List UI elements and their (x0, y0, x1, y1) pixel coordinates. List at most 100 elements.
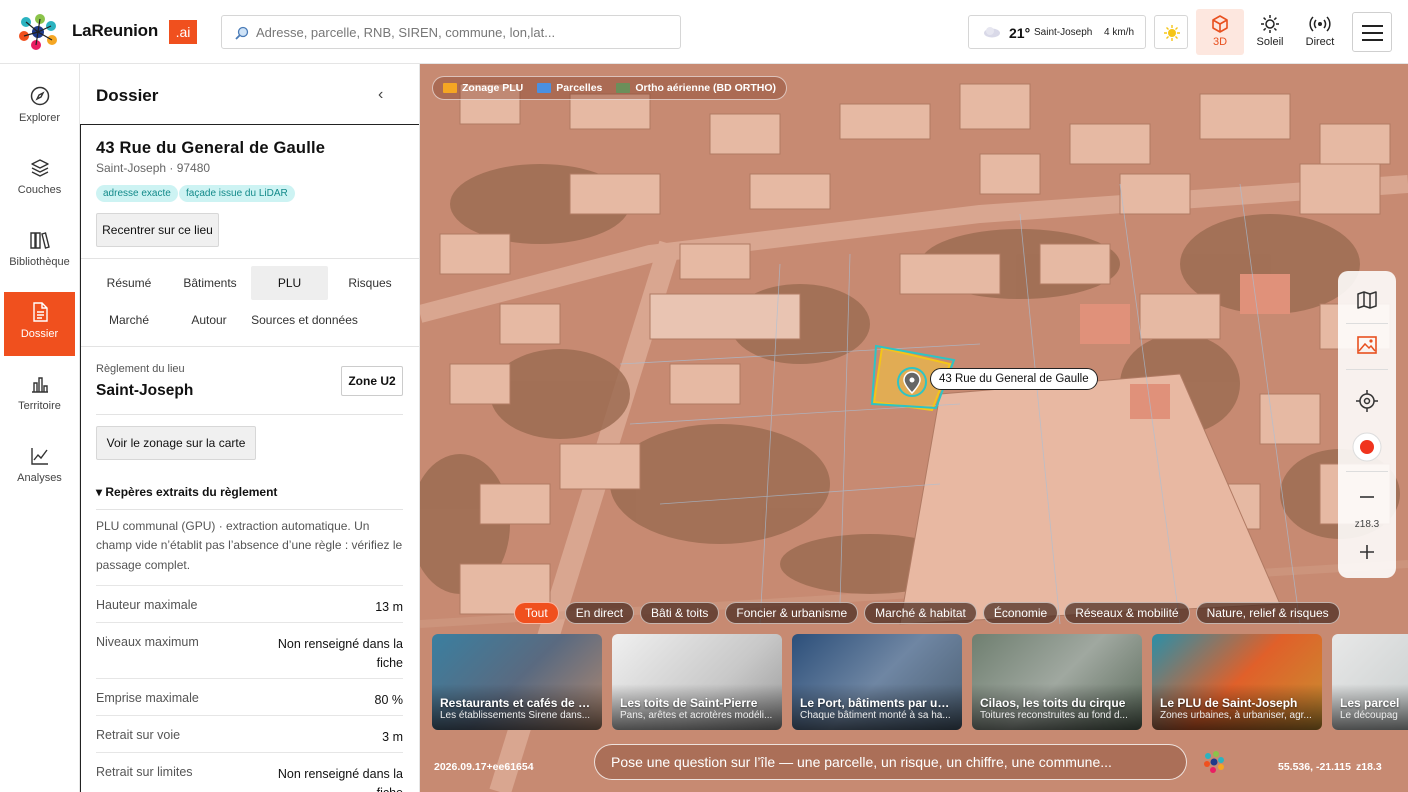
nav-couches[interactable]: Couches (4, 148, 75, 212)
tab-resume[interactable]: Résumé (96, 266, 162, 300)
legend-item[interactable]: Parcelles (537, 82, 602, 94)
ask-input[interactable]: Pose une question sur l’île — une parcel… (594, 744, 1187, 780)
nav-label: Analyses (17, 472, 62, 484)
weather-widget[interactable]: 21° Saint-Joseph 4 km/h (968, 15, 1146, 49)
card-desc: Zones urbaines, à urbaniser, agr... (1160, 710, 1312, 721)
nav-label: Territoire (18, 400, 61, 412)
record-icon[interactable] (1351, 431, 1383, 463)
filter-pill[interactable]: Bâti & toits (640, 602, 720, 624)
assistant-logo-icon[interactable] (1202, 750, 1226, 774)
3d-mode-button[interactable]: 3D (1196, 9, 1244, 55)
legend-swatch (616, 83, 631, 93)
search-box[interactable] (221, 15, 681, 49)
panel-title: Dossier (96, 86, 159, 105)
story-card[interactable]: Cilaos, les toits du cirque Toitures rec… (972, 634, 1142, 730)
zoom-level: z18.3 (1354, 519, 1380, 530)
hamburger-line (1362, 32, 1383, 34)
legend-label: Ortho aérienne (BD ORTHO) (635, 82, 776, 94)
nav-explorer[interactable]: Explorer (4, 76, 75, 140)
locate-icon[interactable] (1355, 389, 1379, 413)
zoom-in-icon[interactable] (1355, 540, 1379, 564)
commune-name: Saint-Joseph (96, 382, 194, 399)
card-title: Les toits de Saint-Pierre (620, 696, 758, 710)
rule-label: Retrait sur voie (96, 728, 181, 742)
search-icon (235, 26, 249, 40)
zone-badge[interactable]: Zone U2 (341, 366, 403, 396)
logo-icon[interactable] (16, 12, 60, 52)
left-nav: Explorer Couches Bibliothèque Dossier Te… (0, 64, 80, 792)
legend-item[interactable]: Ortho aérienne (BD ORTHO) (616, 82, 776, 94)
line-chart-icon (30, 448, 48, 465)
legend-item[interactable]: Zonage PLU (443, 82, 523, 94)
map-view[interactable]: Zonage PLU Parcelles Ortho aérienne (BD … (420, 64, 1408, 792)
nav-label: Bibliothèque (9, 256, 70, 268)
rule-row: Niveaux maximum Non renseigné dans la fi… (96, 622, 403, 678)
legend-swatch (537, 83, 552, 93)
zoom-out-icon[interactable] (1355, 485, 1379, 509)
rule-row: Retrait sur limites Non renseigné dans l… (96, 752, 403, 792)
live-label: Direct (1305, 36, 1335, 48)
live-button[interactable]: Direct (1296, 9, 1344, 55)
divider (1346, 323, 1388, 324)
story-card[interactable]: Le Port, bâtiments par usa... Chaque bât… (792, 634, 962, 730)
books-icon (29, 232, 50, 249)
sun-label: Soleil (1256, 36, 1284, 48)
sun-small-icon (1164, 25, 1180, 41)
sun-button[interactable]: Soleil (1246, 9, 1294, 55)
menu-button[interactable] (1352, 12, 1392, 52)
locality: Saint-Joseph · 97480 (96, 161, 211, 175)
story-card[interactable]: Les parcel Le découpag (1332, 634, 1408, 730)
tab-sources[interactable]: Sources et données (251, 303, 358, 337)
collapse-icon[interactable]: ‹ (378, 86, 383, 104)
story-card[interactable]: Restaurants et cafés de Sa... Les établi… (432, 634, 602, 730)
recenter-button[interactable]: Recentrer sur ce lieu (96, 213, 219, 247)
reglement-label: Règlement du lieu (96, 363, 185, 375)
image-layer-icon[interactable] (1355, 333, 1379, 357)
filter-pill[interactable]: Marché & habitat (864, 602, 977, 624)
filter-pill[interactable]: Tout (514, 602, 559, 624)
rule-row: Emprise maximale 80 % (96, 678, 403, 715)
brand-name[interactable]: LaReunion (72, 21, 158, 41)
dossier-panel: Dossier ‹ 43 Rue du General de Gaulle Sa… (80, 64, 420, 792)
filter-pill[interactable]: Réseaux & mobilité (1064, 602, 1190, 624)
nav-analyses[interactable]: Analyses (4, 436, 75, 500)
map-icon[interactable] (1355, 288, 1379, 312)
category-filters: Tout En direct Bâti & toits Foncier & ur… (514, 602, 1340, 624)
filter-pill[interactable]: Économie (982, 602, 1059, 624)
tab-autour[interactable]: Autour (176, 303, 242, 337)
dossier-card: 43 Rue du General de Gaulle Saint-Joseph… (80, 124, 419, 792)
wind-speed: 4 km/h (1104, 27, 1135, 38)
story-card[interactable]: Le PLU de Saint-Joseph Zones urbaines, à… (1152, 634, 1322, 730)
tab-marche[interactable]: Marché (96, 303, 162, 337)
nav-territoire[interactable]: Territoire (4, 364, 75, 428)
show-zoning-button[interactable]: Voir le zonage sur la carte (96, 426, 256, 460)
rule-label: Emprise maximale (96, 691, 199, 705)
reperes-expander[interactable]: ▾ Repères extraits du règlement (96, 485, 277, 499)
search-input[interactable] (256, 16, 676, 48)
compass-icon (30, 86, 49, 106)
sun-toggle-button[interactable] (1154, 15, 1188, 49)
rule-value: 3 m (382, 730, 403, 744)
top-bar: LaReunion .ai 21° Saint-Joseph 4 km/h 3D (0, 0, 1408, 64)
nav-label: Couches (17, 184, 62, 196)
nav-dossier[interactable]: Dossier (4, 292, 75, 356)
map-pin-label[interactable]: 43 Rue du General de Gaulle (930, 368, 1098, 390)
rule-row: Retrait sur voie 3 m (96, 715, 403, 752)
plu-note: PLU communal (GPU) · extraction automati… (96, 519, 403, 572)
filter-pill[interactable]: En direct (564, 602, 635, 624)
nav-bibliotheque[interactable]: Bibliothèque (4, 220, 75, 284)
tab-plu[interactable]: PLU (251, 266, 328, 300)
hamburger-icon (1362, 25, 1383, 27)
broadcast-icon (1309, 16, 1331, 32)
map-legend: Zonage PLU Parcelles Ortho aérienne (BD … (432, 76, 787, 100)
tab-batiments[interactable]: Bâtiments (171, 266, 249, 300)
filter-pill[interactable]: Foncier & urbanisme (725, 602, 859, 624)
card-title: Le Port, bâtiments par usa... (800, 696, 956, 710)
story-card[interactable]: Les toits de Saint-Pierre Pans, arêtes e… (612, 634, 782, 730)
card-desc: Chaque bâtiment monté à sa ha... (800, 710, 951, 721)
legend-swatch (443, 83, 457, 93)
filter-pill[interactable]: Nature, relief & risques (1195, 602, 1340, 624)
card-title: Restaurants et cafés de Sa... (440, 696, 596, 710)
divider (81, 346, 419, 347)
tab-risques[interactable]: Risques (336, 266, 404, 300)
